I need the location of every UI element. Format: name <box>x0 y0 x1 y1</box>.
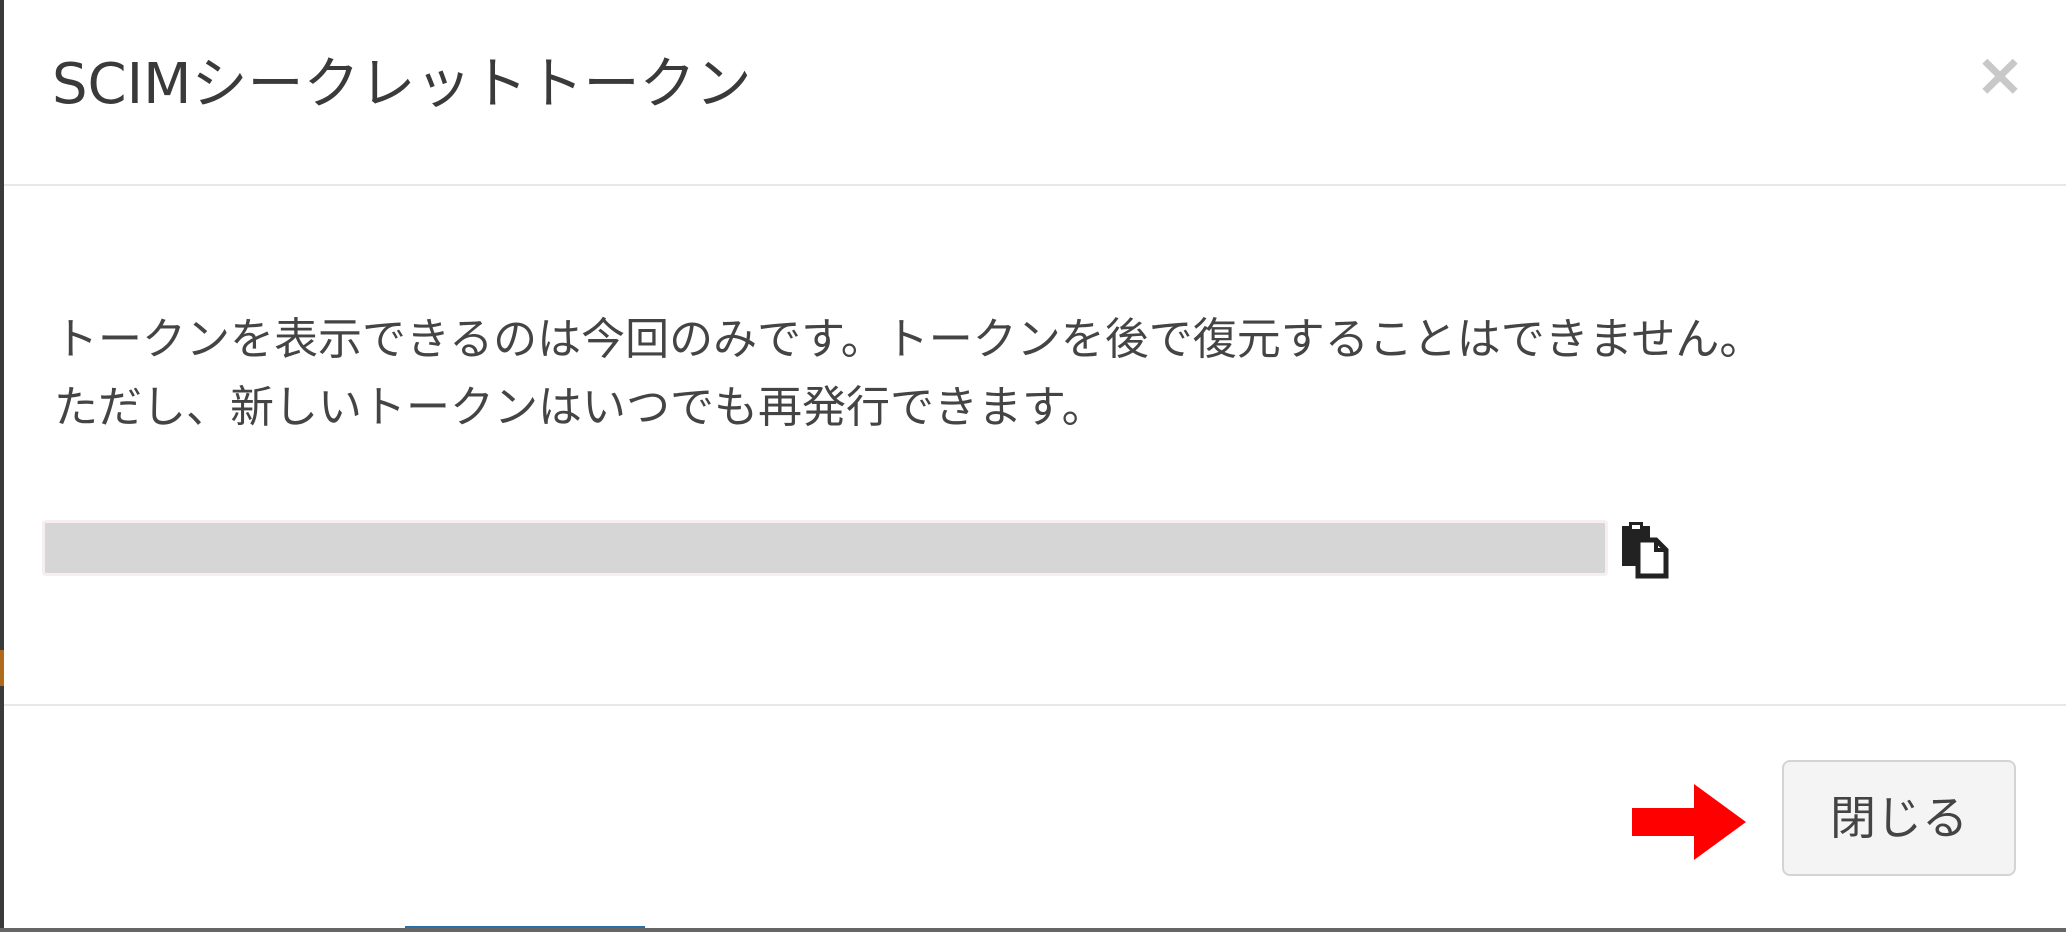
close-button[interactable]: 閉じる <box>1782 760 2016 876</box>
copy-button[interactable] <box>1616 520 1674 580</box>
backdrop-edge <box>0 928 2066 932</box>
dialog-title: SCIMシークレットトークン <box>52 52 752 117</box>
token-reissue-text: ただし、新しいトークンはいつでも再発行できます。 <box>54 382 1106 433</box>
dialog-header: SCIMシークレットトークン × <box>4 0 2066 186</box>
token-warning-text: トークンを表示できるのは今回のみです。トークンを後で復元することはできません。 <box>54 314 1764 365</box>
token-field[interactable] <box>42 520 1608 576</box>
dialog-footer: 閉じる <box>4 706 2066 926</box>
clipboard-icon <box>1622 522 1669 579</box>
dialog-body: トークンを表示できるのは今回のみです。トークンを後で復元することはできません。 … <box>4 186 2066 706</box>
arrow-annotation-icon <box>1632 784 1746 860</box>
close-icon[interactable]: × <box>1970 40 2030 110</box>
scim-token-dialog: SCIMシークレットトークン × トークンを表示できるのは今回のみです。トークン… <box>4 0 2066 926</box>
